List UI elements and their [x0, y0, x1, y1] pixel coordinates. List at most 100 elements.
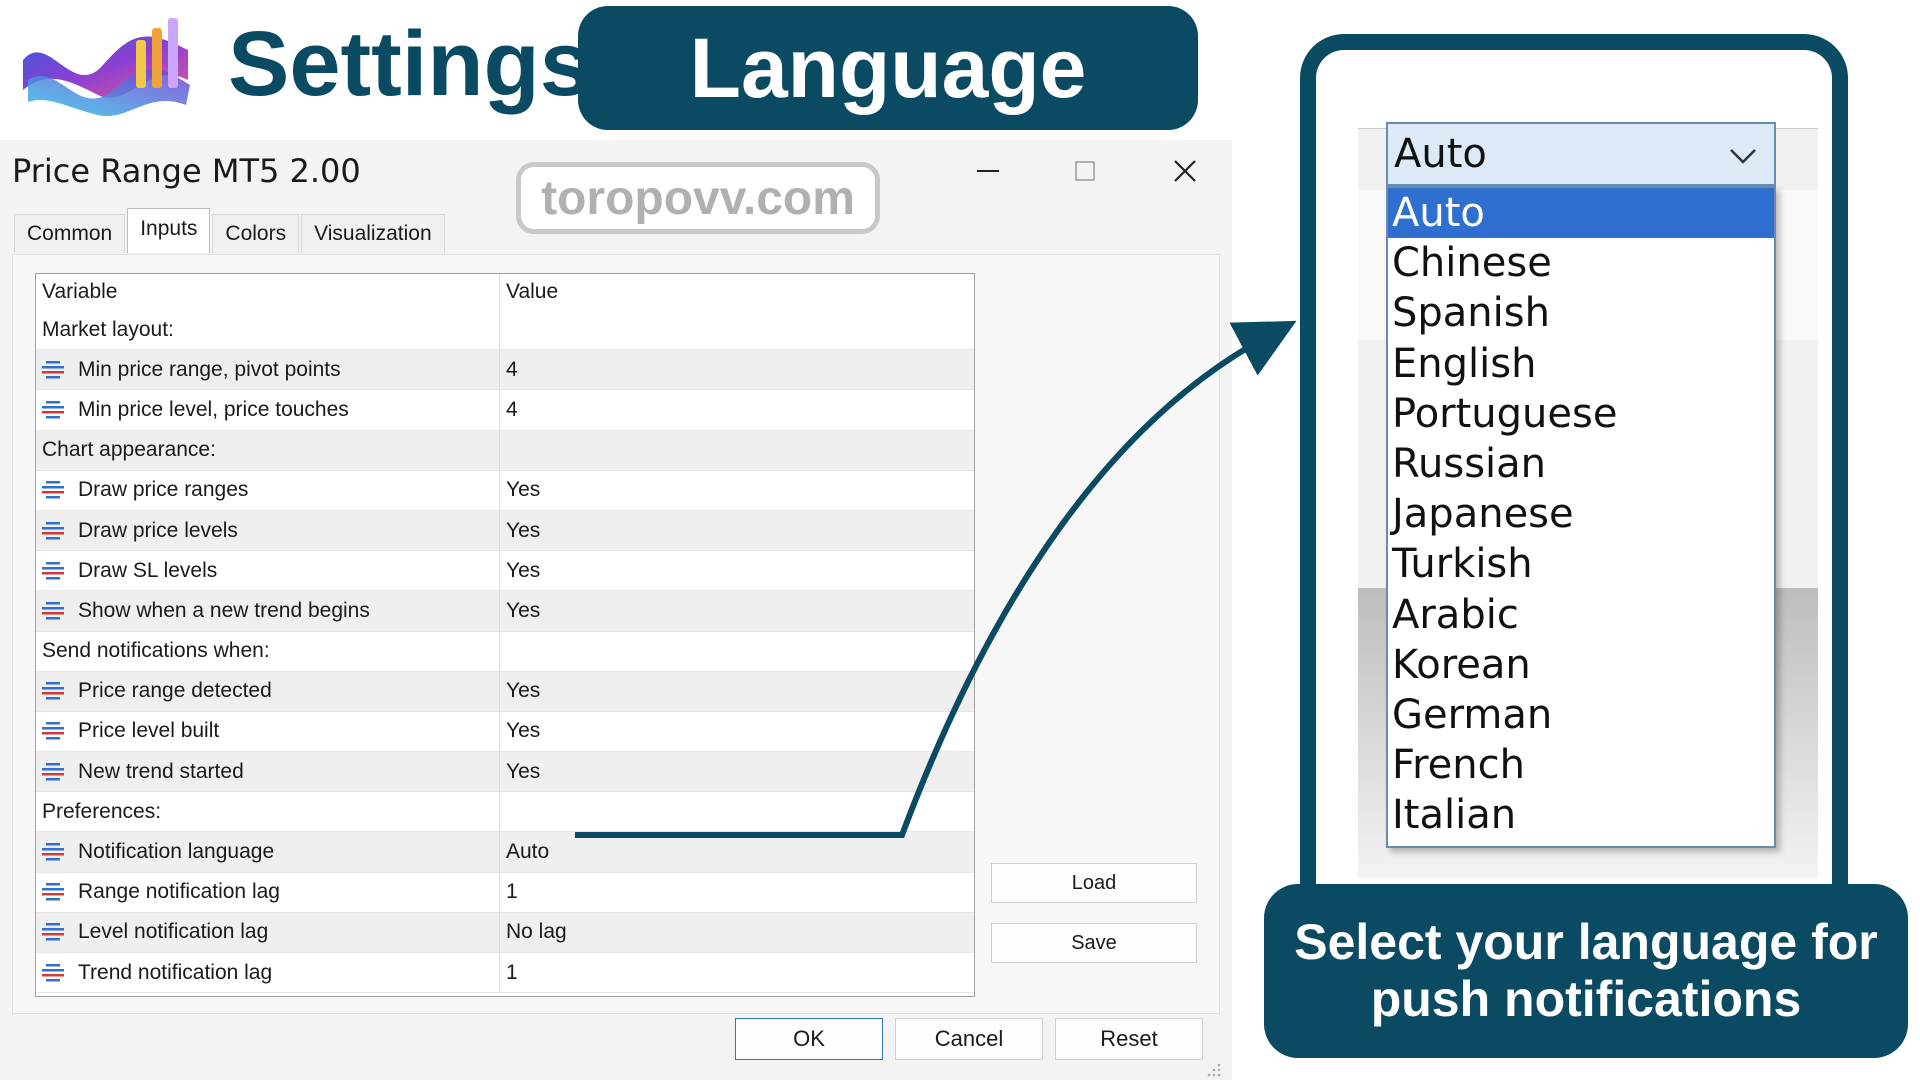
language-option[interactable]: Turkish — [1388, 539, 1774, 589]
reset-button[interactable]: Reset — [1055, 1018, 1203, 1060]
variable-label: Min price level, price touches — [78, 397, 349, 421]
input-parameter-icon — [42, 360, 64, 379]
variable-cell: New trend started — [36, 752, 500, 792]
maximize-button[interactable] — [1055, 140, 1115, 202]
table-section-row[interactable]: Chart appearance: — [36, 430, 974, 471]
input-parameter-icon — [42, 843, 64, 861]
variable-cell: Preferences: — [36, 792, 500, 832]
input-parameter-icon — [42, 601, 64, 620]
variable-cell: Price level built — [36, 711, 500, 752]
value-cell[interactable]: Yes — [500, 551, 540, 590]
table-row[interactable]: Draw price levels Yes — [36, 510, 974, 552]
table-section-row[interactable]: Send notifications when: — [36, 631, 974, 672]
ok-button[interactable]: OK — [735, 1018, 883, 1060]
variable-label: Chart appearance: — [42, 438, 216, 462]
minimize-button[interactable] — [958, 140, 1018, 202]
input-parameter-icon — [42, 722, 64, 740]
variable-cell: Market layout: — [36, 310, 500, 350]
variable-label: Draw price levels — [78, 518, 238, 542]
language-option[interactable]: English — [1388, 339, 1774, 389]
column-header-value: Value — [506, 280, 559, 303]
value-cell[interactable]: Yes — [500, 672, 540, 711]
inputs-panel: Variable Value Market layout: Min price r… — [12, 254, 1220, 1014]
variable-cell: Notification language — [36, 832, 500, 872]
value-cell[interactable]: Yes — [500, 591, 540, 630]
variable-label: Level notification lag — [78, 920, 269, 944]
zoom-frame: Auto Auto Chinese Spanish English Portuguese… — [1300, 34, 1848, 914]
variable-cell: Min price level, price touches — [36, 390, 500, 430]
settings-dialog: Price Range MT5 2.00 toropovv.com Common… — [0, 140, 1232, 1080]
language-option[interactable]: Russian — [1388, 439, 1774, 489]
table-row[interactable]: Price range detected Yes — [36, 671, 974, 712]
value-cell[interactable]: Yes — [500, 712, 540, 751]
column-header-variable: Variable — [36, 274, 500, 310]
table-row[interactable]: Min price level, price touches 4 — [36, 390, 974, 431]
language-option[interactable]: German — [1388, 690, 1774, 740]
variable-label: Price range detected — [78, 679, 272, 703]
variable-label: Preferences: — [42, 799, 162, 823]
language-select[interactable]: Auto — [1386, 122, 1776, 186]
save-button[interactable]: Save — [991, 923, 1197, 963]
variable-label: Trend notification lag — [78, 960, 273, 984]
table-row[interactable]: Show when a new trend begins Yes — [36, 591, 974, 632]
tab-inputs[interactable]: Inputs — [127, 208, 211, 253]
table-row[interactable]: Notification language Auto — [36, 832, 974, 873]
variable-label: Min price range, pivot points — [78, 357, 341, 381]
table-header: Variable Value — [36, 274, 974, 310]
value-cell[interactable]: Yes — [500, 471, 540, 510]
variable-cell: Price range detected — [36, 671, 500, 711]
language-option[interactable]: Chinese — [1388, 238, 1774, 288]
input-parameter-icon — [42, 400, 64, 419]
table-row[interactable]: Level notification lag No lag — [36, 912, 974, 953]
language-select-value: Auto — [1394, 131, 1487, 177]
tab-colors[interactable]: Colors — [212, 214, 300, 253]
tab-visualization[interactable]: Visualization — [301, 214, 445, 253]
load-button[interactable]: Load — [991, 863, 1197, 903]
page-heading: Settings — [228, 13, 591, 115]
tab-common[interactable]: Common — [14, 214, 126, 253]
table-row[interactable]: Draw price ranges Yes — [36, 470, 974, 511]
language-option[interactable]: Japanese — [1388, 489, 1774, 539]
logo — [18, 10, 198, 122]
inputs-table: Variable Value Market layout: Min price r… — [35, 273, 975, 997]
table-row[interactable]: Trend notification lag 1 — [36, 953, 974, 994]
variable-label: Draw SL levels — [78, 558, 218, 582]
value-cell[interactable]: No lag — [500, 913, 567, 952]
value-cell[interactable]: 1 — [500, 873, 518, 912]
table-section-row[interactable]: Market layout: — [36, 310, 974, 351]
value-cell — [500, 792, 506, 831]
language-option[interactable]: Portuguese — [1388, 389, 1774, 439]
table-row[interactable]: Draw SL levels Yes — [36, 551, 974, 592]
variable-label: Draw price ranges — [78, 478, 249, 502]
language-option[interactable]: Arabic — [1388, 590, 1774, 640]
language-option[interactable]: Italian — [1388, 790, 1774, 840]
table-row[interactable]: New trend started Yes — [36, 752, 974, 793]
caption: Select your language for push notificati… — [1264, 884, 1908, 1058]
table-row[interactable]: Range notification lag 1 — [36, 872, 974, 913]
language-option[interactable]: French — [1388, 740, 1774, 790]
input-parameter-icon — [42, 762, 64, 781]
variable-label: Notification language — [78, 840, 275, 864]
table-row[interactable]: Price level built Yes — [36, 711, 974, 753]
table-row[interactable]: Min price range, pivot points 4 — [36, 350, 974, 391]
value-cell[interactable]: 4 — [500, 350, 518, 389]
value-cell[interactable]: Auto — [500, 832, 549, 871]
value-cell[interactable]: 1 — [500, 953, 518, 992]
value-cell[interactable]: Yes — [500, 511, 540, 550]
variable-label: Show when a new trend begins — [78, 598, 370, 622]
value-cell[interactable]: 4 — [500, 390, 518, 429]
value-cell — [500, 431, 506, 470]
close-button[interactable] — [1155, 140, 1215, 202]
input-parameter-icon — [42, 682, 64, 700]
cancel-button[interactable]: Cancel — [895, 1018, 1043, 1060]
tab-bar: Common Inputs Colors Visualization — [14, 208, 447, 254]
language-option[interactable]: Spanish — [1388, 288, 1774, 338]
variable-cell: Level notification lag — [36, 912, 500, 952]
language-option[interactable]: Korean — [1388, 640, 1774, 690]
language-option[interactable]: Auto — [1388, 188, 1774, 239]
value-cell[interactable]: Yes — [500, 752, 540, 791]
chevron-down-icon — [1730, 149, 1756, 164]
input-parameter-icon — [42, 963, 64, 982]
table-section-row[interactable]: Preferences: — [36, 792, 974, 833]
resize-grip-icon[interactable] — [1206, 1062, 1222, 1078]
